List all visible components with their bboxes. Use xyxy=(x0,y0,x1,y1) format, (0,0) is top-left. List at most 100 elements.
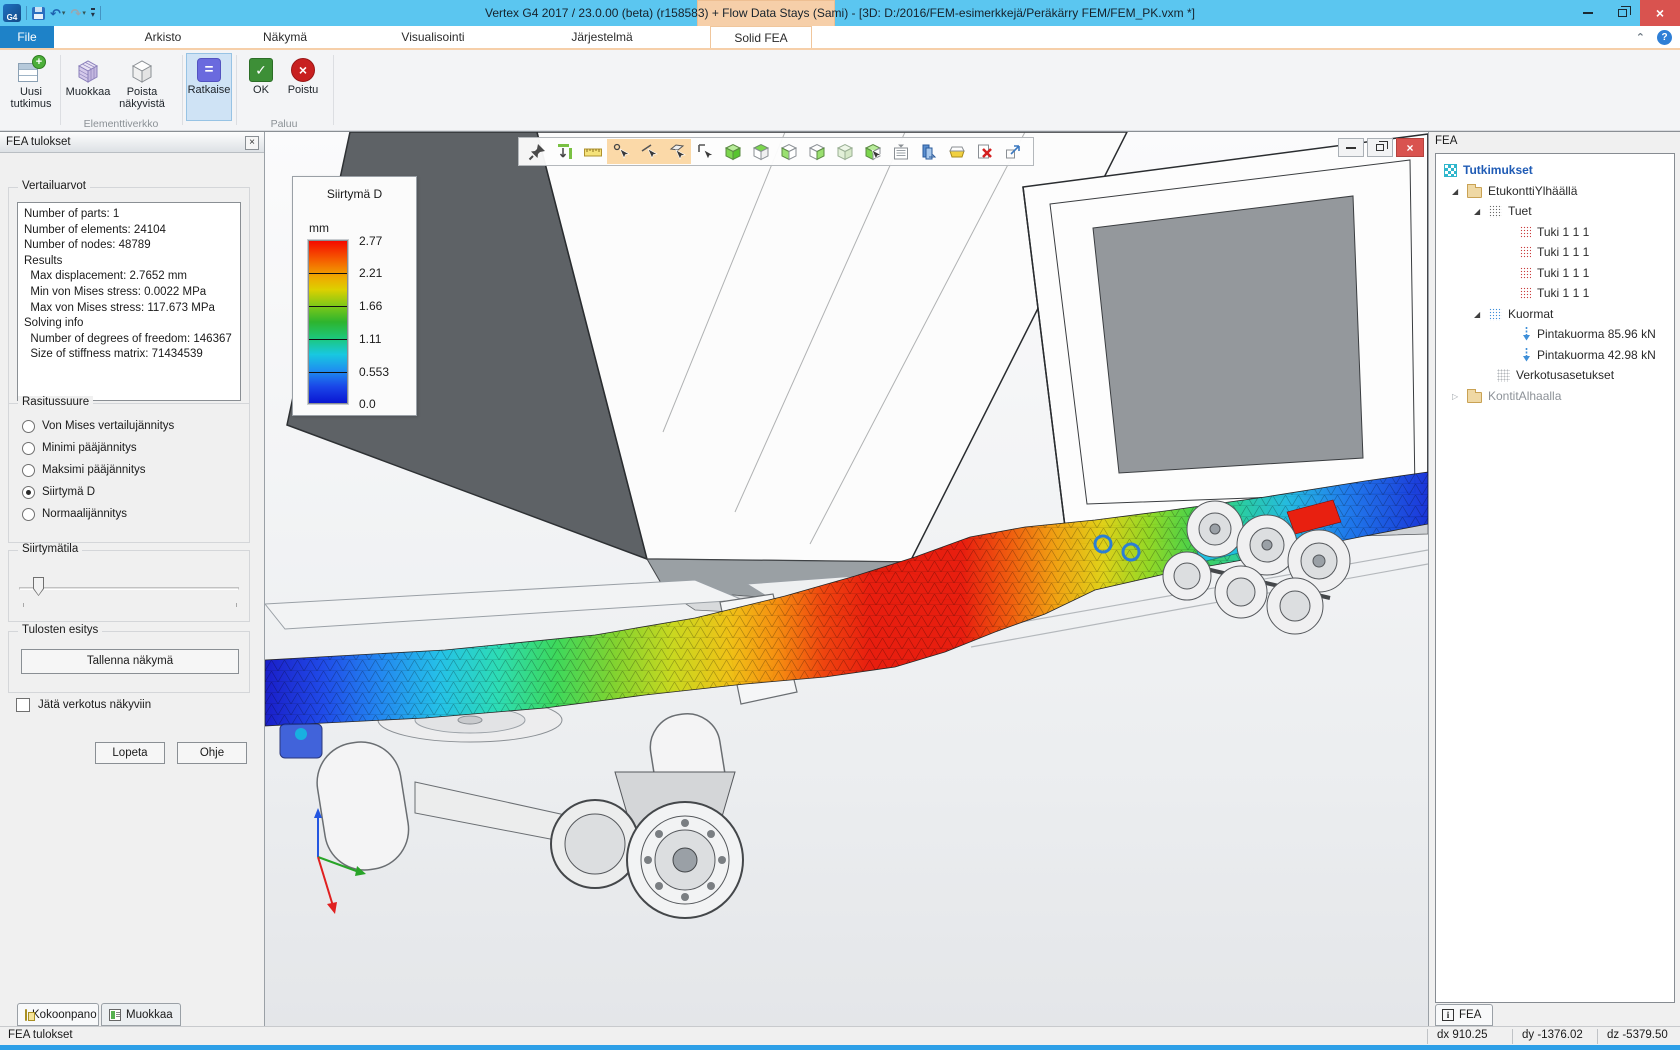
exit-button[interactable]: Poistu xyxy=(280,53,326,121)
transform-arrow-icon[interactable] xyxy=(999,139,1027,164)
save-view-button[interactable]: Tallenna näkymä xyxy=(21,649,239,674)
collapse-arrow-icon[interactable] xyxy=(1452,392,1461,401)
cube-top-icon[interactable] xyxy=(747,139,775,164)
divider xyxy=(100,6,101,20)
customize-quick-access-icon[interactable] xyxy=(91,8,95,19)
mesh-settings-icon xyxy=(1497,369,1510,382)
close-panel-icon[interactable] xyxy=(245,136,259,150)
ohje-button[interactable]: Ohje xyxy=(177,742,247,764)
tree-item-tutkimukset[interactable]: Tutkimukset xyxy=(1436,160,1674,180)
status-dx: dx 910.25 xyxy=(1437,1029,1507,1041)
list-icon[interactable] xyxy=(887,139,915,164)
bottom-accent-strip xyxy=(0,1045,1680,1050)
rasitussuure-group: Rasitussuure Von Mises vertailujännitys … xyxy=(8,403,250,543)
tab-solid-fea[interactable]: Solid FEA xyxy=(710,26,812,48)
support-icon xyxy=(1520,267,1531,279)
viewport-close-button[interactable]: × xyxy=(1396,138,1424,157)
cube-hollow-icon[interactable] xyxy=(803,139,831,164)
copy-views-icon[interactable] xyxy=(915,139,943,164)
tree-item-tuki[interactable]: Tuki 1 1 1 xyxy=(1436,283,1674,303)
ok-button[interactable]: OK xyxy=(242,53,280,121)
move-step-icon[interactable] xyxy=(551,139,579,164)
app-logo-icon[interactable]: G4 xyxy=(3,4,21,22)
keep-mesh-visible-checkbox[interactable]: Jätä verkotus näkyviin xyxy=(16,697,151,713)
tab-kokoonpano[interactable]: Kokoonpano xyxy=(17,1003,99,1026)
print-tray-icon[interactable] xyxy=(943,139,971,164)
radio-siirtyma-d[interactable]: Siirtymä D xyxy=(22,484,95,500)
snap-plane-icon[interactable] xyxy=(663,139,691,164)
tree-item-kuormat[interactable]: Kuormat xyxy=(1436,304,1674,324)
expand-arrow-icon[interactable] xyxy=(1474,207,1483,216)
close-button[interactable]: × xyxy=(1640,0,1680,26)
legend-value: 0.0 xyxy=(359,398,414,410)
quick-access-toolbar: G4 xyxy=(0,0,101,26)
tab-file[interactable]: File xyxy=(0,26,54,48)
snap-angle-icon[interactable] xyxy=(607,139,635,164)
support-icon xyxy=(1520,226,1531,238)
lopeta-button[interactable]: Lopeta xyxy=(95,742,165,764)
redo-icon[interactable] xyxy=(70,7,85,20)
ribbon-separator xyxy=(182,55,183,125)
radio-max-paajannitys[interactable]: Maksimi pääjännitys xyxy=(22,462,146,478)
tree-item-pintakuorma[interactable]: Pintakuorma 42.98 kN xyxy=(1436,345,1674,365)
expand-arrow-icon[interactable] xyxy=(1452,187,1461,196)
pushpin-icon[interactable] xyxy=(523,139,551,164)
solve-button[interactable]: Ratkaise xyxy=(186,53,232,121)
radio-normaalijannitys[interactable]: Normaalijännitys xyxy=(22,506,127,522)
edit-mesh-button[interactable]: Muokkaa xyxy=(64,53,112,121)
tab-fea[interactable]: FEA xyxy=(1435,1004,1493,1026)
tree-item-tuet[interactable]: Tuet xyxy=(1436,201,1674,221)
hide-from-view-button[interactable]: Poista näkyvistä xyxy=(112,53,172,121)
ribbon-group-label: Paluu xyxy=(235,118,333,130)
ribbon: + Uusi tutkimus Muokkaa Poista näkyvistä xyxy=(0,48,1680,131)
tab-arkisto[interactable]: Arkisto xyxy=(122,26,204,48)
tree-item-kontitalhaalla[interactable]: KontitAlhaalla xyxy=(1436,386,1674,406)
left-bottom-tabs: Kokoonpano Muokkaa xyxy=(0,1003,264,1027)
cube-select-icon[interactable] xyxy=(859,139,887,164)
tab-jarjestelma[interactable]: Järjestelmä xyxy=(538,26,666,48)
supports-icon xyxy=(1489,205,1502,218)
tab-muokkaa[interactable]: Muokkaa xyxy=(101,1003,181,1026)
minimize-button[interactable] xyxy=(1572,0,1604,26)
viewport-restore-button[interactable] xyxy=(1367,138,1393,157)
tab-visualisointi[interactable]: Visualisointi xyxy=(368,26,498,48)
cube-front-icon[interactable] xyxy=(775,139,803,164)
cube-pale-icon[interactable] xyxy=(831,139,859,164)
cube-solid-icon[interactable] xyxy=(719,139,747,164)
load-arrow-icon xyxy=(1522,327,1531,341)
3d-viewport[interactable]: × Siirtymä D mm 2.77 2.21 1.66 1.11 0.55… xyxy=(265,132,1428,1027)
application-window: G4 Vertex G4 2017 / 23.0.00 (beta) (r158… xyxy=(0,0,1680,1050)
displacement-slider-track[interactable] xyxy=(19,587,239,590)
slider-tick xyxy=(23,603,24,607)
ruler-icon[interactable] xyxy=(579,139,607,164)
restore-button[interactable] xyxy=(1606,0,1638,26)
displacement-slider-thumb[interactable] xyxy=(33,577,44,596)
snap-line-icon[interactable] xyxy=(635,139,663,164)
tab-nakyma[interactable]: Näkymä xyxy=(240,26,330,48)
support-icon xyxy=(1520,287,1531,299)
ribbon-separator xyxy=(236,55,237,125)
radio-von-mises[interactable]: Von Mises vertailujännitys xyxy=(22,418,174,434)
undo-icon[interactable] xyxy=(50,7,65,20)
tree-item-etukonttiylhaalla[interactable]: EtukonttiYlhäällä xyxy=(1436,181,1674,201)
legend-value: 2.21 xyxy=(359,267,414,279)
tree-item-tuki[interactable]: Tuki 1 1 1 xyxy=(1436,242,1674,262)
status-dz: dz -5379.50 xyxy=(1607,1029,1677,1041)
tree-item-pintakuorma[interactable]: Pintakuorma 85.96 kN xyxy=(1436,324,1674,344)
save-icon[interactable] xyxy=(32,7,45,20)
new-study-button[interactable]: + Uusi tutkimus xyxy=(6,53,56,121)
tree-item-tuki[interactable]: Tuki 1 1 1 xyxy=(1436,263,1674,283)
ribbon-group-label: Elementtiverkko xyxy=(60,118,182,130)
help-icon[interactable] xyxy=(1657,30,1672,45)
snap-corner-icon[interactable] xyxy=(691,139,719,164)
viewport-minimize-button[interactable] xyxy=(1338,138,1364,157)
legend-value: 0.553 xyxy=(359,366,414,378)
expand-arrow-icon[interactable] xyxy=(1474,310,1483,319)
radio-min-paajannitys[interactable]: Minimi pääjännitys xyxy=(22,440,137,456)
collapse-ribbon-icon[interactable] xyxy=(1636,31,1645,44)
delete-icon[interactable] xyxy=(971,139,999,164)
results-textbox[interactable]: Number of parts: 1 Number of elements: 2… xyxy=(17,202,241,401)
tree-item-verkotusasetukset[interactable]: Verkotusasetukset xyxy=(1436,365,1674,385)
panel-title: FEA xyxy=(1435,135,1457,147)
tree-item-tuki[interactable]: Tuki 1 1 1 xyxy=(1436,222,1674,242)
